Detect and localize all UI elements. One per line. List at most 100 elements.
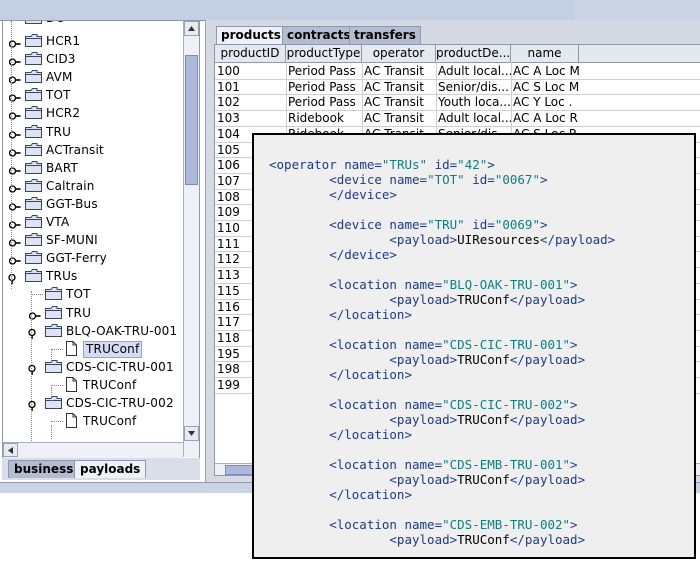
xml-text: UIResources <box>457 232 540 247</box>
tree-item[interactable]: CDS-CIC-TRU-001 <box>3 358 181 376</box>
tree-item[interactable]: TOT <box>3 285 181 303</box>
xml-tag: <location <box>269 457 405 472</box>
xml-tag: name= <box>344 157 382 172</box>
xml-line: </location> <box>269 427 412 442</box>
tree-vertical-scrollbar[interactable] <box>183 21 199 457</box>
folder-icon <box>25 269 42 283</box>
tab-payloads[interactable]: payloads <box>74 460 147 478</box>
xml-attr-value: "CDS-CIC-TRU-001" <box>442 337 571 352</box>
tree-item[interactable]: HCR2 <box>3 104 181 122</box>
xml-attr-value: "TRUs" <box>381 157 428 172</box>
folder-icon <box>45 359 62 373</box>
tree-connector <box>51 384 63 386</box>
tree-item-label: AVM <box>46 70 73 85</box>
table-cell: Period Pass <box>288 79 356 94</box>
collapse-handle-icon[interactable] <box>27 362 39 375</box>
tree-item-label: ACTransit <box>46 142 104 157</box>
tab-business[interactable]: business <box>8 460 80 478</box>
table-cell: AC Transit <box>364 95 424 110</box>
tree-item-label: TRU <box>66 305 92 320</box>
folder-icon <box>25 215 42 228</box>
tree-item[interactable]: CDS-CIC-TRU-002 <box>3 394 181 412</box>
tree-item-label: Caltrain <box>46 178 95 193</box>
xml-tag: </location> <box>269 307 412 322</box>
column-header-3[interactable]: productDe... <box>436 45 511 62</box>
xml-tag: <device <box>269 172 390 187</box>
table-cell: AC A Loc M <box>513 64 579 78</box>
tree-scroll-thumb[interactable] <box>185 55 198 185</box>
scroll-left-arrow-icon[interactable] <box>3 443 18 457</box>
xml-text: TRUConf <box>457 352 510 367</box>
tree-item[interactable]: TRU <box>3 304 181 322</box>
xml-tag: > <box>570 397 578 412</box>
tab-transfers[interactable]: transfers <box>349 26 421 44</box>
document-icon <box>66 376 77 392</box>
xml-tag: name= <box>404 457 443 472</box>
tree-item[interactable]: VTA <box>3 213 181 231</box>
tree-item[interactable]: TOT <box>3 86 181 104</box>
xml-text: TRUConf <box>457 472 510 487</box>
document-icon <box>66 340 77 356</box>
column-header-0[interactable]: productID <box>215 45 286 62</box>
tree-item[interactable]: Caltrain <box>3 177 181 195</box>
tree-item-label: TRUConf <box>83 340 143 358</box>
folder-icon <box>45 305 62 319</box>
tree-item[interactable]: GGT-Bus <box>3 195 181 213</box>
tree-item[interactable]: BLQ-OAK-TRU-001 <box>3 322 181 340</box>
tree-horizontal-scrollbar[interactable] <box>3 442 183 458</box>
table-row[interactable]: 101 Period Pass AC Transit Senior/dis... AC … <box>215 79 700 95</box>
collapse-handle-icon[interactable] <box>27 398 39 411</box>
table-cell: AC Transit <box>364 64 424 78</box>
table-row[interactable]: 102 Period Pass AC Transit Youth loca... AC … <box>215 94 700 110</box>
column-header-4[interactable]: name <box>511 45 579 62</box>
collapse-handle-icon[interactable] <box>27 326 39 339</box>
tree-item[interactable]: GGT-Ferry <box>3 249 181 267</box>
tree-item[interactable]: AVM <box>3 68 181 86</box>
xml-tag: <payload> <box>269 232 458 247</box>
tree-item[interactable]: TRU <box>3 123 181 141</box>
tree-item[interactable]: TRUConf <box>3 412 181 430</box>
xml-line: </device> <box>269 187 397 202</box>
tree-item[interactable]: SF-MUNI <box>3 231 181 249</box>
table-cell: AC Transit <box>364 79 424 94</box>
xml-tag: <location <box>269 517 405 532</box>
tree-item-label: TRUs <box>46 269 78 284</box>
table-cell: Period Pass <box>288 64 356 78</box>
xml-text: TRUConf <box>457 532 510 547</box>
column-header-2[interactable]: operator <box>362 45 436 62</box>
xml-tag: <payload> <box>269 472 458 487</box>
xml-tag: <payload> <box>269 412 458 427</box>
folder-icon <box>25 34 42 47</box>
folder-icon <box>25 178 42 192</box>
tab-contracts[interactable]: contracts <box>282 26 356 44</box>
tree-item[interactable]: HCR1 <box>3 32 181 50</box>
scroll-down-arrow-icon[interactable] <box>184 426 199 441</box>
tree-item[interactable]: TRUs <box>3 267 181 285</box>
tree-item-label: TRUConf <box>83 377 137 392</box>
left-tab-bar: business payloads <box>2 458 200 480</box>
tree-connector <box>51 348 63 350</box>
table-row[interactable]: 103 Ridebook AC Transit Adult local... AC A … <box>215 110 700 126</box>
xml-tag: id= <box>464 172 495 187</box>
tab-products[interactable]: products <box>216 26 286 44</box>
xml-tag: <location <box>269 337 405 352</box>
collapse-handle-icon[interactable] <box>7 271 19 285</box>
tree-item-label: TRU <box>46 124 72 139</box>
tree-item[interactable]: TRUConf <box>3 376 181 394</box>
folder-icon <box>25 233 42 247</box>
title-strip <box>0 0 574 21</box>
tree-item-partial[interactable]: DC <box>3 21 178 27</box>
tree-item[interactable]: BART <box>3 159 181 177</box>
table-row[interactable]: 100 Period Pass AC Transit Adult local... AC… <box>215 63 700 79</box>
xml-tag: <operator <box>269 157 345 172</box>
tree-guide-line <box>31 291 32 441</box>
folder-icon <box>25 142 42 156</box>
tree-item[interactable]: TRUConf <box>3 340 181 358</box>
column-header-1[interactable]: productType <box>286 45 362 62</box>
xml-tag: <payload> <box>269 292 458 307</box>
folder-icon <box>25 21 42 24</box>
scroll-up-arrow-icon[interactable] <box>184 21 199 36</box>
tree-item[interactable]: CID3 <box>3 50 181 68</box>
tree-item[interactable]: ACTransit <box>3 141 181 159</box>
xml-line: </location> <box>269 367 412 382</box>
